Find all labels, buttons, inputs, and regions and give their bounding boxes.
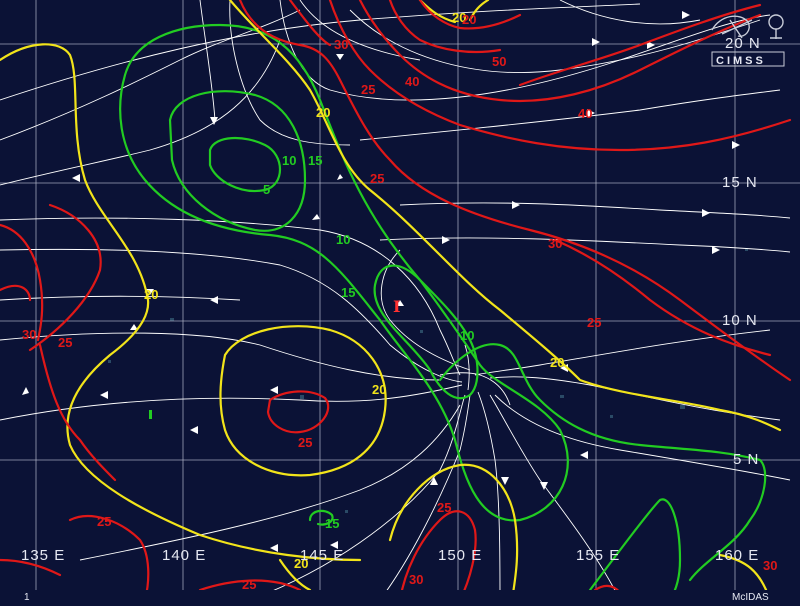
logo-text: CIMSS bbox=[716, 55, 766, 67]
svg-text:25: 25 bbox=[298, 435, 312, 450]
footer-mcidas-label: McIDAS bbox=[732, 592, 769, 603]
storm-marker: I bbox=[393, 297, 400, 316]
lon-label-150e: 150 E bbox=[438, 547, 482, 564]
lon-label-145e: 145 E bbox=[300, 547, 344, 564]
svg-text:25: 25 bbox=[97, 514, 111, 529]
svg-text:25: 25 bbox=[242, 577, 256, 592]
svg-text:40: 40 bbox=[578, 106, 592, 121]
footer-bar bbox=[0, 590, 800, 606]
svg-text:25: 25 bbox=[370, 171, 384, 186]
svg-text:20: 20 bbox=[372, 382, 386, 397]
svg-text:5: 5 bbox=[263, 182, 270, 197]
svg-text:25: 25 bbox=[437, 500, 451, 515]
lat-label-5n: 5 N bbox=[733, 451, 759, 468]
lat-label-15n: 15 N bbox=[722, 174, 758, 191]
svg-text:15: 15 bbox=[308, 153, 322, 168]
svg-text:20: 20 bbox=[316, 105, 330, 120]
lon-label-135e: 135 E bbox=[21, 547, 65, 564]
lon-label-140e: 140 E bbox=[162, 547, 206, 564]
svg-text:25: 25 bbox=[587, 315, 601, 330]
lon-label-155e: 155 E bbox=[576, 547, 620, 564]
lon-label-160e: 160 E bbox=[715, 547, 759, 564]
svg-text:50: 50 bbox=[492, 54, 506, 69]
svg-text:20: 20 bbox=[550, 355, 564, 370]
svg-text:30: 30 bbox=[22, 327, 36, 342]
svg-text:30: 30 bbox=[763, 558, 777, 573]
svg-text:10: 10 bbox=[282, 153, 296, 168]
svg-text:10: 10 bbox=[460, 328, 474, 343]
lat-label-10n: 10 N bbox=[722, 312, 758, 329]
svg-text:15: 15 bbox=[325, 516, 339, 531]
footer-frame-number: 1 bbox=[24, 592, 30, 603]
lat-label-20n: 20 N bbox=[725, 35, 761, 52]
svg-text:15: 15 bbox=[341, 285, 355, 300]
svg-text:20: 20 bbox=[144, 287, 158, 302]
svg-text:40: 40 bbox=[405, 74, 419, 89]
svg-text:25: 25 bbox=[58, 335, 72, 350]
svg-text:20: 20 bbox=[462, 12, 476, 27]
svg-text:30: 30 bbox=[548, 236, 562, 251]
svg-text:30: 30 bbox=[334, 37, 348, 52]
svg-text:25: 25 bbox=[361, 82, 375, 97]
map-canvas: I 5 10 15 10 15 10 15 20 20 20 20 20 20 … bbox=[0, 0, 800, 606]
svg-text:10: 10 bbox=[336, 232, 350, 247]
svg-text:30: 30 bbox=[409, 572, 423, 587]
wind-shear-map: I 5 10 15 10 15 10 15 20 20 20 20 20 20 … bbox=[0, 0, 800, 606]
